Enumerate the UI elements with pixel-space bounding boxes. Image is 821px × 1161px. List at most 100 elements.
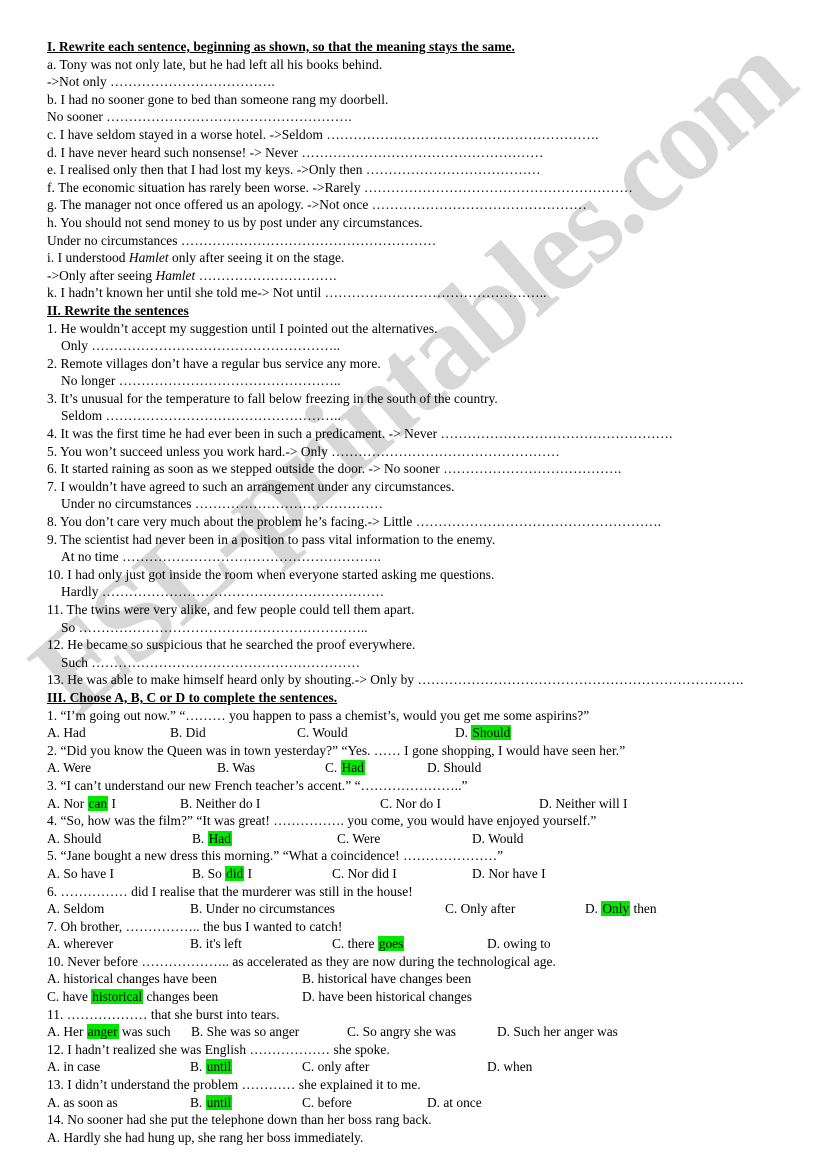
section-two-answer-blank[interactable]: Such …………………………………………………… [47, 654, 781, 672]
mcq-option[interactable]: A. Nor can I [47, 795, 116, 813]
mcq-option[interactable]: B. it's left [190, 935, 242, 953]
mcq-option[interactable]: B. Had [192, 830, 232, 848]
mcq-option[interactable]: C. Nor did I [332, 865, 397, 883]
mcq-option[interactable]: B. historical have changes been [302, 970, 471, 988]
section-two-question: 9. The scientist had never been in a pos… [47, 531, 496, 547]
mcq-prompt: 7. Oh brother, …………….. the bus I wanted … [47, 918, 343, 934]
section-three-heading: III. Choose A, B, C or D to complete the… [47, 689, 338, 705]
mcq-option-label: D. Such her anger was [497, 1024, 618, 1040]
mcq-option-label: B. Neither do I [180, 795, 261, 811]
section-two-question: 11. The twins were very alike, and few p… [47, 602, 415, 617]
section-two-answer-blank[interactable]: At no time …………………………………………………. [47, 548, 781, 566]
mcq-option[interactable]: B. Neither do I [180, 795, 260, 813]
mcq-option[interactable]: B. until [190, 1094, 233, 1112]
mcq-option-row: A. wherever B. it's left C. there goes D. o… [47, 935, 781, 953]
mcq-option[interactable]: A. wherever [47, 935, 113, 953]
mcq-option-label: D. [455, 725, 472, 741]
mcq-option[interactable]: A. as soon as [47, 1094, 118, 1112]
mcq-option[interactable]: C. only after [302, 1058, 369, 1076]
section-one-line: b. I had no sooner gone to bed than some… [47, 91, 389, 107]
mcq-option[interactable]: B. Was [217, 759, 255, 777]
mcq-option-label: D. Would [472, 830, 524, 846]
mcq-option-label: D. [585, 901, 602, 917]
mcq-prompt: 5. “Jane bought a new dress this morning… [47, 848, 504, 864]
mcq-option[interactable]: A. Hardly she had hung up, she rang her … [47, 1129, 363, 1147]
mcq-option[interactable]: A. So have I [47, 865, 114, 883]
mcq-option[interactable]: B. Did [170, 724, 206, 742]
section-two-answer-blank[interactable]: No longer ………………………………………….. [47, 372, 781, 390]
mcq-prompt: 12. I hadn’t realized she was English ……… [47, 1041, 390, 1057]
mcq-option-label: B. So [192, 865, 226, 881]
mcq-option[interactable]: D. owing to [487, 935, 551, 953]
mcq-option[interactable]: C. So angry she was [347, 1023, 456, 1041]
mcq-option[interactable]: C. before [302, 1094, 352, 1112]
mcq-option[interactable]: C. Nor do I [380, 795, 441, 813]
section-two-question: 10. I had only just got inside the room … [47, 566, 495, 582]
highlighted-answer: Had [207, 830, 232, 846]
mcq-option-label: D. at once [427, 1094, 482, 1110]
title-hamlet: Hamlet [128, 250, 169, 266]
mcq-option-row: A. as soon as B. until C. before D. at once [47, 1094, 781, 1112]
mcq-option[interactable]: B. Under no circumstances [190, 900, 335, 918]
section-one-line: c. I have seldom stayed in a worse hotel… [47, 126, 599, 142]
mcq-option[interactable]: D. at once [427, 1094, 482, 1112]
mcq-option[interactable]: C. there goes [332, 935, 405, 953]
section-two-question: 2. Remote villages don’t have a regular … [47, 355, 381, 371]
section-two-answer-blank[interactable]: Only ……………………………………………….. [47, 337, 781, 355]
mcq-option[interactable]: A. in case [47, 1058, 100, 1076]
section-one-line: d. I have never heard such nonsense! -> … [47, 144, 544, 160]
mcq-option[interactable]: A. Her anger was such [47, 1023, 171, 1041]
highlighted-answer: until [205, 1059, 233, 1075]
mcq-option[interactable]: C. Had [325, 759, 365, 777]
mcq-option[interactable]: B. So did I [192, 865, 252, 883]
title-hamlet: Hamlet [155, 267, 196, 283]
worksheet-page: I. Rewrite each sentence, beginning as s… [0, 0, 821, 1161]
section-two-question: 8. You don’t care very much about the pr… [47, 514, 662, 530]
mcq-option-label: C. Would [297, 725, 348, 741]
section-two-answer-blank[interactable]: Hardly ……………………………………………………… [47, 583, 781, 601]
mcq-option-label: B. [190, 1094, 206, 1110]
mcq-option-label: A. Were [47, 760, 92, 776]
mcq-option-label-tail: I [108, 795, 116, 811]
mcq-prompt: 6. …………… did I realise that the murderer… [47, 883, 413, 899]
mcq-option-label: A. Seldom [47, 901, 105, 917]
mcq-option-row: A. historical changes have been B. histor… [47, 970, 781, 988]
mcq-option[interactable]: B. She was so anger [191, 1023, 299, 1041]
mcq-option-label: A. wherever [47, 936, 114, 952]
mcq-option-label-tail: I [244, 865, 253, 881]
mcq-option[interactable]: D. Such her anger was [497, 1023, 618, 1041]
mcq-option[interactable]: D. Should [455, 724, 512, 742]
mcq-option[interactable]: A. historical changes have been [47, 970, 217, 988]
mcq-option[interactable]: C. have historical changes been [47, 988, 218, 1006]
mcq-option[interactable]: C. Were [337, 830, 380, 848]
mcq-option-label: C. only after [302, 1059, 370, 1075]
section-two-answer-blank[interactable]: Seldom …………………………………………….. [47, 407, 781, 425]
mcq-option-row: A. So have I B. So did I C. Nor did I D. No… [47, 865, 781, 883]
mcq-option[interactable]: D. Nor have I [472, 865, 546, 883]
mcq-option-label: A. Her [47, 1024, 87, 1040]
mcq-option-row: A. Hardly she had hung up, she rang her … [47, 1129, 781, 1147]
section-two-answer-blank[interactable]: Under no circumstances …………………………………… [47, 495, 781, 513]
section-two-answer-blank[interactable]: So ……………………………………………………….. [47, 619, 781, 637]
mcq-option[interactable]: A. Were [47, 759, 91, 777]
mcq-option-label: A. historical changes have been [47, 971, 217, 987]
mcq-option[interactable]: C. Only after [445, 900, 515, 918]
section-one-line: No sooner ………………………………………………. [47, 109, 352, 125]
mcq-option-label: B. Did [170, 725, 206, 741]
mcq-option[interactable]: D. Should [427, 759, 481, 777]
mcq-option[interactable]: D. when [487, 1058, 532, 1076]
mcq-option[interactable]: C. Would [297, 724, 348, 742]
mcq-option[interactable]: A. Had [47, 724, 86, 742]
mcq-option-label: D. Nor have I [472, 865, 546, 881]
text-part: ->Only after seeing [47, 267, 156, 283]
section-two-question: 5. You won’t succeed unless you work har… [47, 443, 560, 459]
mcq-option-label: C. Only after [445, 901, 516, 917]
mcq-option-label: C. there [332, 936, 378, 952]
mcq-option[interactable]: A. Should [47, 830, 101, 848]
mcq-option[interactable]: D. Would [472, 830, 524, 848]
mcq-option[interactable]: A. Seldom [47, 900, 104, 918]
mcq-option[interactable]: D. Only then [585, 900, 657, 918]
mcq-option[interactable]: D. have been historical changes [302, 988, 472, 1006]
mcq-option[interactable]: D. Neither will I [539, 795, 628, 813]
mcq-option[interactable]: B. until [190, 1058, 233, 1076]
